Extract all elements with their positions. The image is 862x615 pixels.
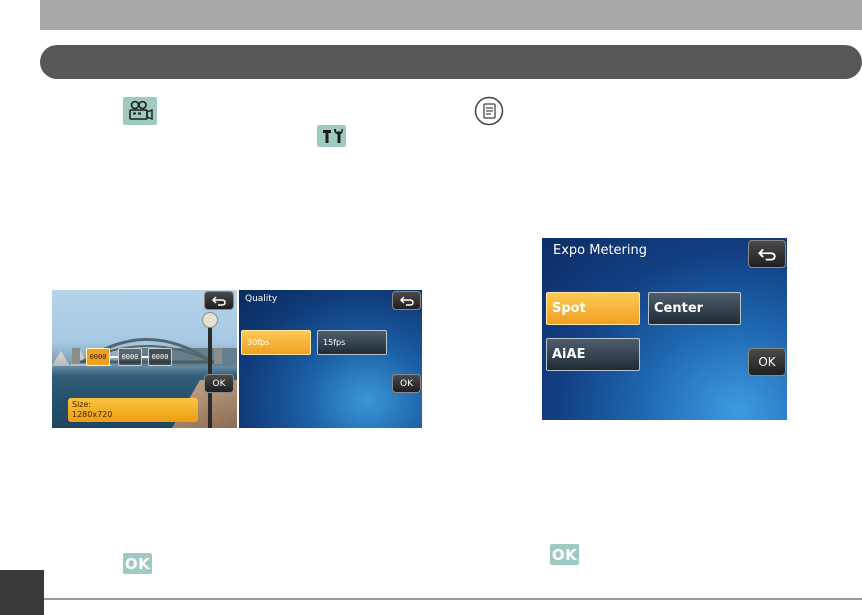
setup-tools-icon (317, 125, 346, 147)
movie-camera-icon (123, 97, 157, 125)
quality-option-15fps[interactable]: 15fps (317, 330, 387, 355)
back-button[interactable] (204, 291, 234, 310)
section-heading-bar (40, 45, 862, 79)
video-size-screen: 0000 0000 0000 OK Size: 1280x720 (52, 290, 237, 428)
video-size-option-3[interactable]: 0000 (148, 348, 172, 366)
footer-rule (44, 598, 862, 600)
back-arrow-icon (212, 295, 226, 306)
video-size-option-1[interactable]: 0000 (86, 348, 110, 366)
quality-option-30fps[interactable]: 30fps (241, 330, 311, 355)
back-arrow-icon (758, 248, 776, 261)
ok-button[interactable]: OK (392, 374, 421, 393)
ok-button[interactable]: OK (204, 374, 234, 393)
back-button[interactable] (748, 240, 786, 268)
quality-screen: Quality 30fps 15fps OK (239, 290, 422, 428)
expo-metering-screen: Expo Metering Spot Center AiAE OK (542, 238, 787, 420)
ok-button[interactable]: OK (748, 348, 786, 376)
metering-option-spot[interactable]: Spot (546, 292, 640, 325)
ok-key-icon: OK (550, 544, 579, 565)
note-icon (474, 96, 504, 126)
back-arrow-icon (399, 295, 414, 306)
screen-title: Quality (245, 294, 278, 304)
metering-option-aiae[interactable]: AiAE (546, 338, 640, 371)
back-button[interactable] (392, 291, 421, 310)
size-value: 1280x720 (72, 410, 113, 419)
ok-key-icon: OK (123, 553, 152, 574)
lamp-post (208, 318, 212, 428)
video-size-option-2[interactable]: 0000 (118, 348, 142, 366)
header-band (40, 0, 862, 30)
lamp-globe (202, 312, 218, 328)
page-tab (0, 570, 44, 615)
size-info-panel: Size: 1280x720 (68, 398, 198, 422)
metering-option-center[interactable]: Center (648, 292, 741, 325)
option-connector (110, 356, 118, 358)
size-label: Size: (72, 400, 92, 409)
screen-title: Expo Metering (553, 243, 648, 258)
